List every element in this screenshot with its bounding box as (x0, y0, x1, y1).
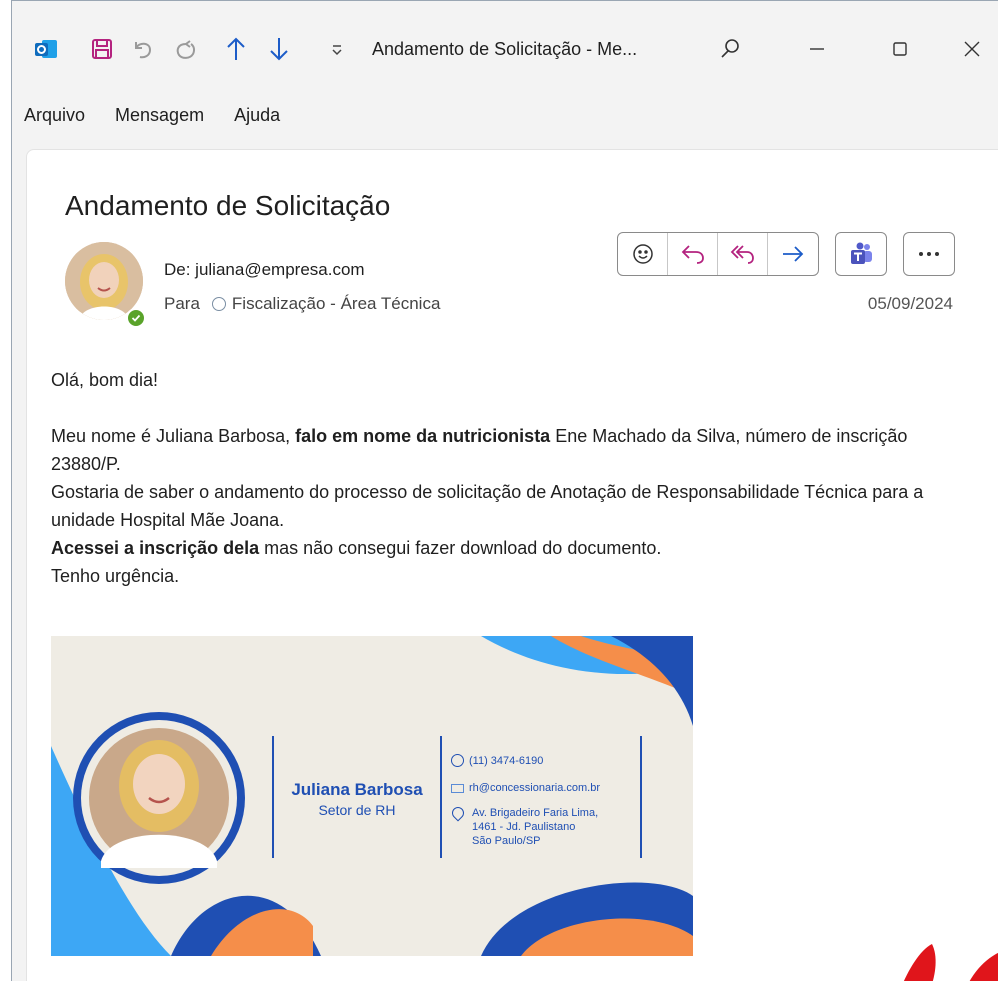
save-icon[interactable] (90, 33, 114, 65)
emoji-icon (632, 244, 653, 264)
recipient-status-icon (211, 297, 226, 311)
recipient-line: Para Fiscalização - Área Técnica (164, 294, 440, 314)
reply-button[interactable] (668, 233, 718, 275)
more-icon (919, 252, 939, 256)
reply-all-button[interactable] (718, 233, 768, 275)
body-paragraph-2: Gostaria de saber o andamento do process… (51, 482, 924, 530)
signature-phone-row: (11) 3474-6190 (451, 754, 543, 767)
forward-button[interactable] (768, 233, 818, 275)
customize-toolbar-icon[interactable] (330, 33, 344, 65)
email-signature-image: Juliana Barbosa Setor de RH (11) 3474-61… (51, 636, 693, 956)
body-paragraph-3: Acessei a inscrição dela mas não consegu… (51, 538, 662, 558)
forward-icon (783, 246, 804, 262)
more-options-button[interactable] (904, 233, 954, 275)
signature-department: Setor de RH (318, 802, 396, 818)
menu-bar: Arquivo Mensagem Ajuda (12, 95, 998, 135)
email-window: Andamento de Solicitação - Me... Arquivo… (11, 0, 998, 981)
presence-available-icon (126, 308, 146, 328)
teams-chat-button[interactable] (836, 233, 886, 275)
reply-icon (681, 245, 704, 264)
body-paragraph-1: Meu nome é Juliana Barbosa, falo em nome… (51, 426, 908, 474)
undo-icon[interactable] (130, 33, 156, 65)
menu-mensagem[interactable]: Mensagem (115, 105, 204, 126)
message-subject: Andamento de Solicitação (65, 190, 391, 221)
title-bar: Andamento de Solicitação - Me... (12, 1, 998, 95)
red-annotation-mark (903, 944, 998, 981)
close-icon[interactable] (962, 33, 982, 65)
to-label: Para (164, 294, 200, 313)
redo-icon[interactable] (172, 33, 198, 65)
arrow-down-icon[interactable] (267, 33, 291, 65)
window-title: Andamento de Solicitação - Me... (372, 39, 638, 59)
arrow-up-icon[interactable] (224, 33, 248, 65)
signature-name: Juliana Barbosa (291, 780, 423, 799)
signature-address-row: Av. Brigadeiro Faria Lima, 1461 - Jd. Pa… (449, 804, 598, 848)
phone-icon (451, 754, 464, 767)
teams-action (835, 232, 887, 276)
sender-line[interactable]: De: juliana@empresa.com (164, 260, 365, 280)
body-greeting: Olá, bom dia! (51, 370, 159, 390)
more-actions (903, 232, 955, 276)
minimize-icon[interactable] (807, 33, 827, 65)
maximize-icon[interactable] (890, 33, 910, 65)
outlook-icon (34, 33, 58, 65)
reply-actions (617, 232, 819, 276)
search-icon[interactable] (718, 33, 742, 65)
menu-ajuda[interactable]: Ajuda (234, 105, 280, 126)
message-date: 05/09/2024 (867, 294, 953, 313)
menu-arquivo[interactable]: Arquivo (24, 105, 85, 126)
teams-icon (851, 242, 872, 264)
location-pin-icon (449, 804, 467, 822)
body-paragraph-4: Tenho urgência. (51, 566, 180, 586)
recipient-name[interactable]: Fiscalização - Área Técnica (232, 294, 441, 314)
signature-email-row: rh@concessionaria.com.br (451, 782, 600, 794)
reply-all-icon (730, 245, 754, 264)
message-reading-pane: Andamento de Solicitação De: juliana@emp… (26, 149, 998, 981)
mail-icon (451, 783, 464, 793)
emoji-reaction-button[interactable] (618, 233, 668, 275)
message-body: Olá, bom dia! Meu nome é Juliana Barbosa… (51, 366, 971, 590)
